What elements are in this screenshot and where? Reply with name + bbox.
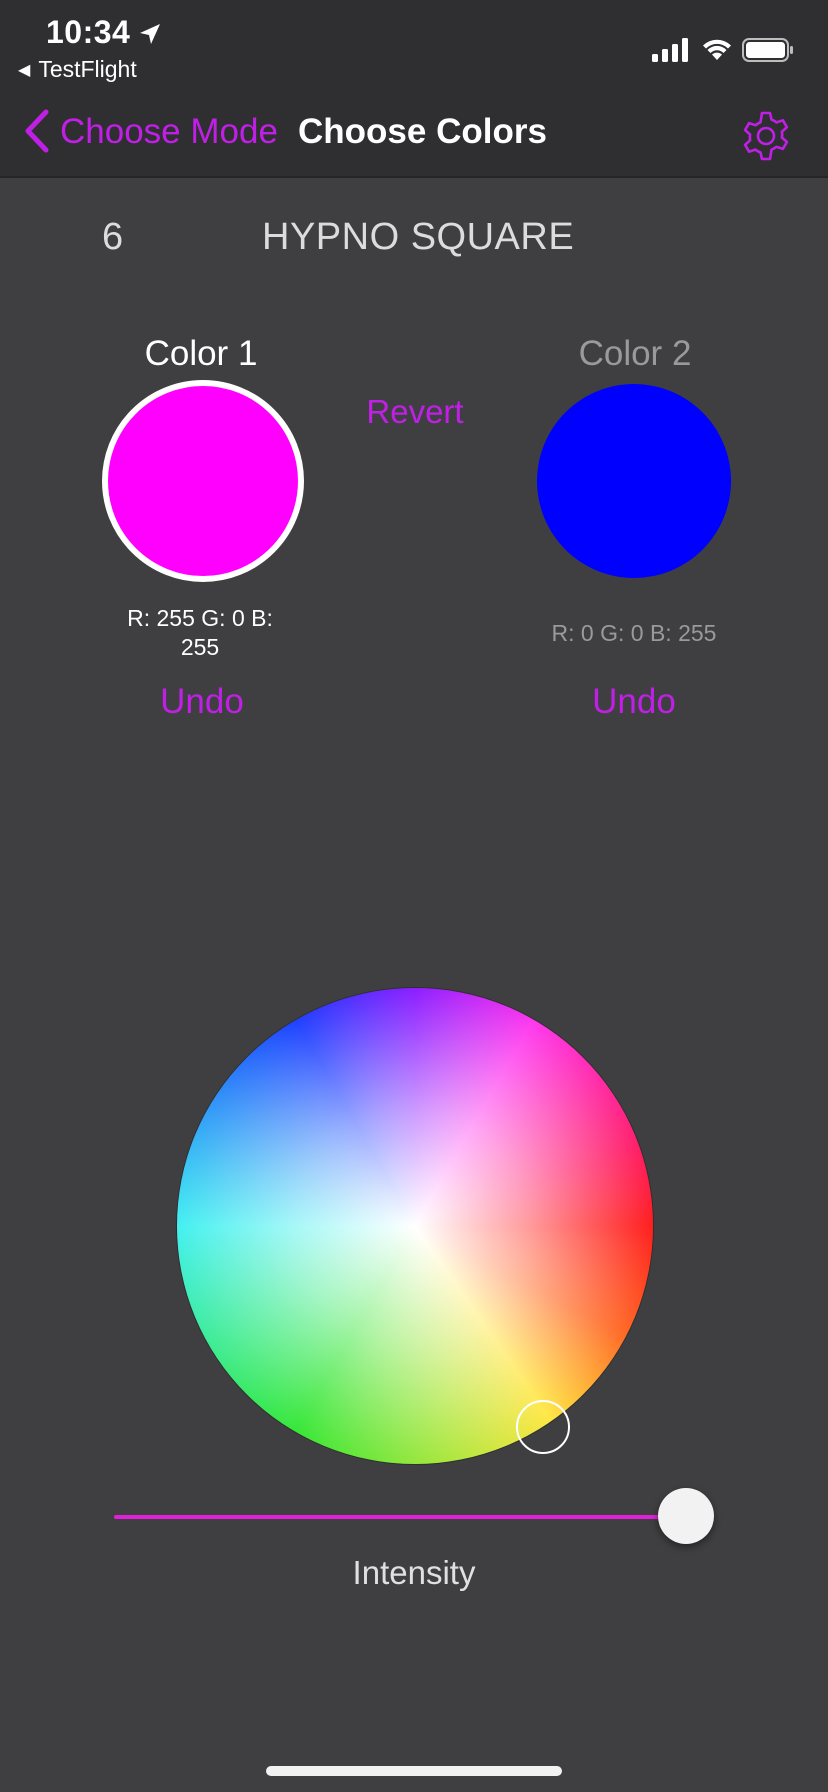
back-app-label: TestFlight bbox=[38, 56, 137, 82]
color-2-swatch[interactable] bbox=[537, 384, 731, 578]
home-indicator[interactable] bbox=[266, 1766, 562, 1776]
gear-icon[interactable] bbox=[740, 110, 792, 162]
battery-icon bbox=[742, 38, 793, 62]
cellular-signal-icon bbox=[652, 38, 688, 62]
wifi-icon bbox=[703, 39, 731, 60]
back-triangle-icon: ◀ bbox=[18, 62, 31, 79]
color-wheel-saturation-overlay bbox=[177, 988, 653, 1464]
color-1-swatch[interactable] bbox=[102, 380, 304, 582]
status-time: 10:34 bbox=[46, 14, 131, 50]
color-2-undo-button[interactable]: Undo bbox=[562, 682, 706, 722]
intensity-slider-thumb[interactable] bbox=[658, 1488, 714, 1544]
intensity-slider-track[interactable] bbox=[114, 1515, 686, 1519]
mode-number: 6 bbox=[102, 216, 124, 258]
chevron-left-icon[interactable] bbox=[22, 108, 52, 154]
color-1-rgb-values: R: 255 G: 0 B: 255 bbox=[127, 605, 273, 660]
intensity-label: Intensity bbox=[352, 1554, 476, 1591]
location-arrow-icon bbox=[140, 24, 160, 44]
revert-button[interactable]: Revert bbox=[340, 393, 490, 431]
color-1-label: Color 1 bbox=[144, 334, 258, 373]
page-title: Choose Colors bbox=[298, 112, 547, 151]
color-2-label: Color 2 bbox=[578, 334, 692, 373]
back-button-choose-mode[interactable]: Choose Mode bbox=[60, 112, 278, 152]
color-1-undo-button[interactable]: Undo bbox=[130, 682, 274, 722]
back-to-testflight[interactable]: ◀ TestFlight bbox=[18, 56, 137, 83]
color-wheel-selector[interactable] bbox=[516, 1400, 570, 1454]
color-2-rgb-values: R: 0 G: 0 B: 255 bbox=[551, 620, 717, 646]
mode-name: HYPNO SQUARE bbox=[262, 216, 575, 258]
